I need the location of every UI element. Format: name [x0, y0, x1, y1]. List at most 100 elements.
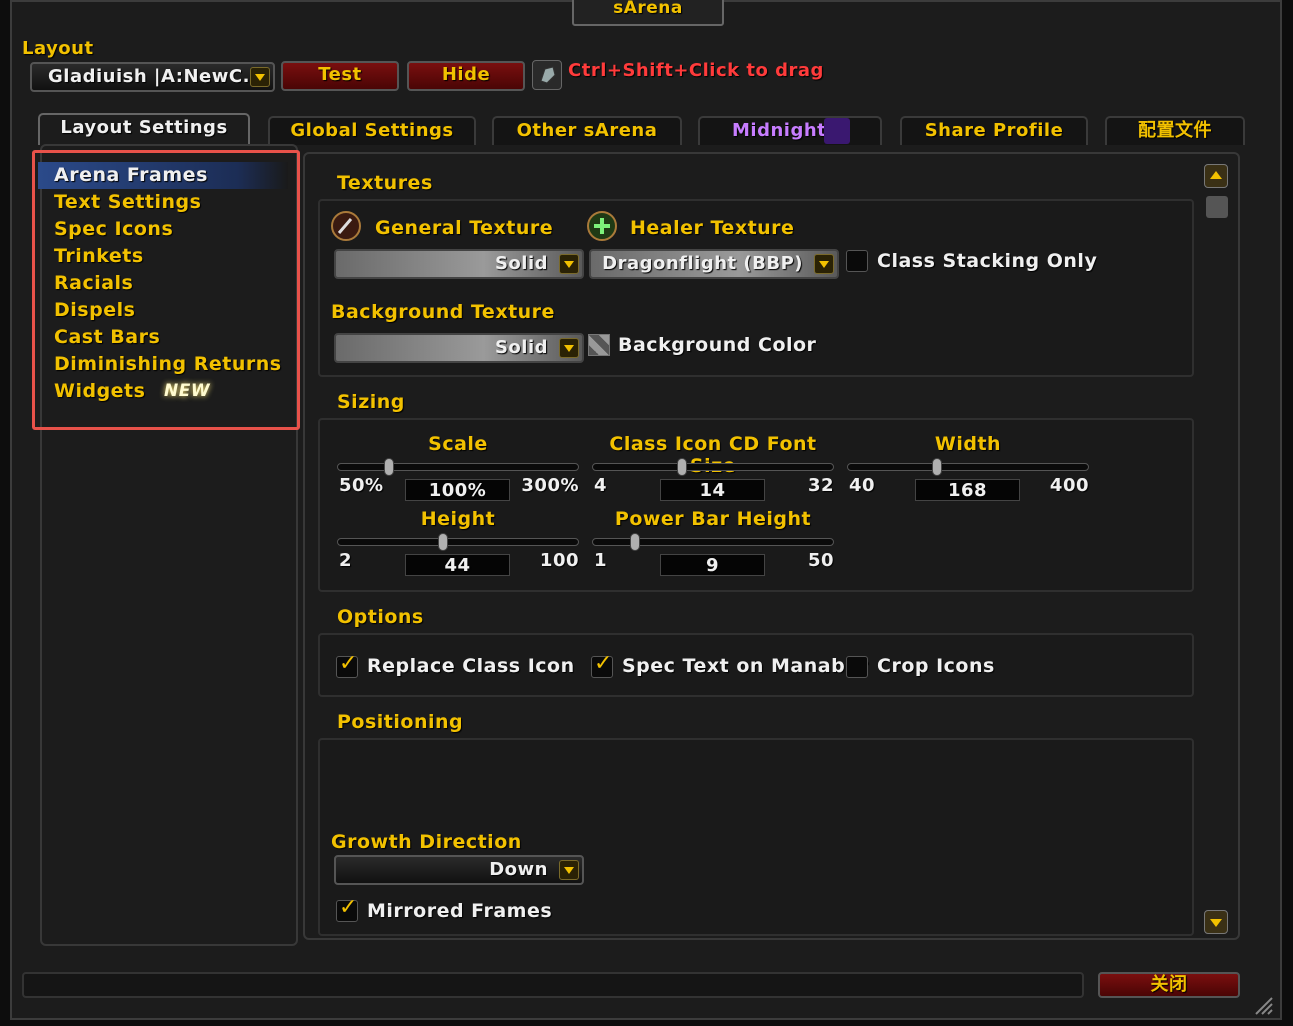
hide-button[interactable]: Hide	[407, 61, 525, 91]
spec-text-checkbox[interactable]: ✓	[591, 651, 613, 678]
close-button[interactable]: 关闭	[1098, 972, 1240, 998]
growth-direction-value: Down	[489, 859, 548, 880]
profile-dropdown[interactable]: Gladiuish |A:NewC...	[30, 62, 275, 92]
layout-label: Layout	[22, 38, 94, 59]
sidebar-item-diminishing-returns[interactable]: Diminishing Returns	[38, 351, 288, 378]
general-texture-icon	[331, 211, 361, 241]
new-badge: NEW	[164, 381, 211, 401]
crop-icons-label: Crop Icons	[877, 655, 995, 677]
chevron-down-icon[interactable]	[559, 860, 579, 880]
general-texture-label: General Texture	[375, 217, 554, 239]
power-bar-height-max: 50	[807, 550, 834, 571]
sidebar-item-dispels[interactable]: Dispels	[38, 297, 288, 324]
height-value-input[interactable]: 44	[405, 554, 510, 576]
checkmark-icon: ✓	[339, 895, 358, 920]
scroll-up-button[interactable]	[1204, 164, 1228, 188]
drag-hint: Ctrl+Shift+Click to drag	[568, 60, 824, 81]
scale-slider-group: Scale 50% 100% 300%	[337, 433, 579, 503]
background-color-swatch[interactable]	[588, 334, 610, 356]
midnight-icon	[824, 118, 850, 144]
tab-global-settings[interactable]: Global Settings	[268, 116, 476, 145]
class-icon-cd-font-size-max: 32	[807, 475, 834, 496]
scale-label: Scale	[428, 433, 488, 455]
class-icon-cd-font-size-slider-thumb[interactable]	[676, 458, 687, 476]
healer-texture-label: Healer Texture	[630, 217, 795, 239]
width-label: Width	[934, 433, 1002, 455]
growth-direction-dropdown[interactable]: Down	[334, 855, 584, 885]
general-texture-dropdown[interactable]: Solid	[334, 249, 584, 279]
power-bar-height-value-input[interactable]: 9	[660, 554, 765, 576]
chevron-down-icon[interactable]	[814, 254, 834, 274]
healer-texture-dropdown[interactable]: Dragonflight (BBP)	[589, 249, 839, 279]
checkmark-icon: ✓	[339, 651, 358, 676]
mirrored-frames-label: Mirrored Frames	[367, 900, 553, 922]
tab-layout-settings[interactable]: Layout Settings	[38, 113, 250, 145]
height-slider[interactable]	[337, 533, 579, 551]
sidebar-item-arena-frames[interactable]: Arena Frames	[38, 162, 288, 189]
width-value-input[interactable]: 168	[915, 479, 1020, 501]
scroll-down-button[interactable]	[1204, 910, 1228, 934]
sidebar-item-cast-bars[interactable]: Cast Bars	[38, 324, 288, 351]
width-slider-thumb[interactable]	[931, 458, 942, 476]
power-bar-height-slider[interactable]	[592, 533, 834, 551]
profile-dropdown-value: Gladiuish |A:NewC...	[48, 66, 265, 87]
scale-min: 50%	[339, 475, 384, 496]
healer-texture-value: Dragonflight (BBP)	[602, 253, 803, 274]
scale-value-input[interactable]: 100%	[405, 479, 510, 501]
background-texture-value: Solid	[494, 337, 548, 358]
class-stacking-checkbox[interactable]	[846, 250, 868, 272]
sidebar-item-spec-icons[interactable]: Spec Icons	[38, 216, 288, 243]
replace-class-icon-label: Replace Class Icon	[367, 655, 575, 677]
general-texture-value: Solid	[494, 253, 548, 274]
sidebar-item-trinkets[interactable]: Trinkets	[38, 243, 288, 270]
scroll-thumb[interactable]	[1206, 196, 1228, 218]
tab-midnight[interactable]: Midnight	[698, 116, 882, 145]
background-color-label: Background Color	[618, 334, 817, 356]
scale-slider[interactable]	[337, 458, 579, 476]
textures-heading: Textures	[337, 172, 433, 194]
class-stacking-label: Class Stacking Only	[877, 250, 1098, 272]
status-bar	[22, 972, 1084, 998]
crop-icons-checkbox[interactable]	[846, 656, 868, 678]
class-icon-cd-font-size-value-input[interactable]: 14	[660, 479, 765, 501]
power-bar-height-slider-group: Power Bar Height 1 9 50	[592, 508, 834, 578]
width-slider[interactable]	[847, 458, 1089, 476]
growth-direction-label: Growth Direction	[331, 831, 522, 853]
test-button[interactable]: Test	[281, 61, 399, 91]
tab-midnight-label: Midnight	[732, 120, 827, 141]
power-bar-height-slider-thumb[interactable]	[630, 533, 641, 551]
width-min: 40	[849, 475, 876, 496]
sidebar-menu: Arena Frames Text Settings Spec Icons Tr…	[38, 162, 288, 405]
chevron-down-icon[interactable]	[250, 67, 270, 87]
background-texture-dropdown[interactable]: Solid	[334, 333, 584, 363]
checkmark-icon: ✓	[594, 651, 613, 676]
window-title[interactable]: sArena	[572, 0, 724, 26]
resize-grip-icon[interactable]	[1252, 994, 1274, 1016]
background-texture-label: Background Texture	[331, 301, 555, 323]
replace-class-icon-checkbox[interactable]: ✓	[336, 651, 358, 678]
width-slider-group: Width 40 168 400	[847, 433, 1089, 503]
scale-slider-thumb[interactable]	[384, 458, 395, 476]
scale-max: 300%	[521, 475, 579, 496]
height-min: 2	[339, 550, 353, 571]
mirrored-frames-checkbox[interactable]: ✓	[336, 895, 358, 922]
chevron-down-icon[interactable]	[559, 338, 579, 358]
power-bar-height-min: 1	[594, 550, 608, 571]
sidebar-item-widgets[interactable]: Widgets NEW	[38, 378, 288, 405]
options-heading: Options	[337, 606, 424, 628]
class-icon-cd-font-size-slider[interactable]	[592, 458, 834, 476]
tab-share-profile[interactable]: Share Profile	[900, 116, 1088, 145]
spec-text-label: Spec Text on Manabar	[622, 655, 869, 677]
power-bar-height-label: Power Bar Height	[614, 508, 812, 530]
sidebar-item-racials[interactable]: Racials	[38, 270, 288, 297]
height-slider-thumb[interactable]	[437, 533, 448, 551]
tab-profiles[interactable]: 配置文件	[1105, 116, 1245, 145]
height-max: 100	[539, 550, 579, 571]
class-icon-cd-font-size-slider-group: Class Icon CD Font Size 4 14 32	[592, 433, 834, 503]
drag-handle-icon[interactable]	[532, 60, 562, 90]
tab-other-sarena[interactable]: Other sArena	[492, 116, 682, 145]
chevron-down-icon[interactable]	[559, 254, 579, 274]
height-label: Height	[420, 508, 496, 530]
height-slider-group: Height 2 44 100	[337, 508, 579, 578]
sidebar-item-text-settings[interactable]: Text Settings	[38, 189, 288, 216]
